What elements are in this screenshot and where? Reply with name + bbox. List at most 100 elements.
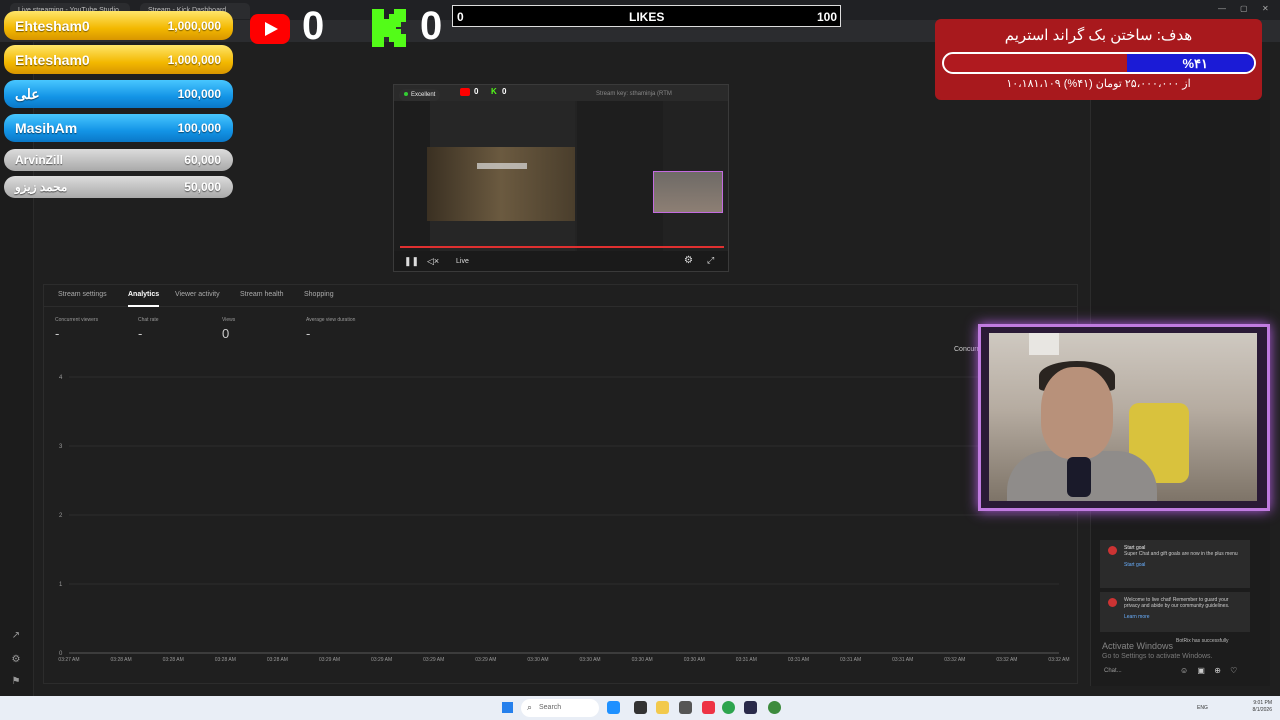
preview-stream-key: Stream key: sthaminja (RTM (596, 91, 672, 97)
x-tick-label: 03:32 AM (996, 657, 1017, 663)
x-tick-label: 03:32 AM (944, 657, 965, 663)
preview-kick-count: 0 (502, 87, 507, 96)
donor-amount: 60,000 (184, 153, 221, 167)
y-tick-label: 4 (59, 375, 63, 381)
x-tick-label: 03:28 AM (111, 657, 132, 663)
chat-card-start-goal: Start goal Super Chat and gift goals are… (1100, 540, 1250, 588)
emoji-icon[interactable]: ☺ (1180, 666, 1188, 675)
player-settings-icon[interactable]: ⚙ (684, 255, 693, 266)
goal-progress-bar: %۴۱ (942, 52, 1256, 74)
likes-current: 0 (457, 10, 464, 24)
likes-max: 100 (816, 10, 837, 24)
feedback-icon[interactable]: ⚑ (10, 676, 22, 688)
donor-name: علی (15, 85, 40, 102)
learn-more-link[interactable]: Learn more (1124, 614, 1244, 620)
preview-webcam (653, 171, 723, 213)
pause-icon[interactable]: ❚❚ (404, 256, 419, 267)
chat-card-body: Super Chat and gift goals are now in the… (1124, 551, 1238, 557)
preview-kick-icon: K (491, 87, 497, 96)
x-tick-label: 03:30 AM (632, 657, 653, 663)
x-tick-label: 03:29 AM (319, 657, 340, 663)
youtube-icon (1108, 598, 1117, 607)
photoshop-icon[interactable] (744, 701, 757, 714)
x-tick-label: 03:30 AM (579, 657, 600, 663)
y-tick-label: 3 (59, 444, 63, 450)
app-icon[interactable] (679, 701, 692, 714)
chat-message-text: BotRix has successfully (1176, 638, 1229, 644)
donor-amount: 1,000,000 (167, 52, 221, 67)
preview-progress-bar[interactable] (400, 246, 724, 248)
x-tick-label: 03:29 AM (371, 657, 392, 663)
preview-youtube-count: 0 (474, 87, 479, 96)
y-tick-label: 2 (59, 513, 63, 519)
donor-name: محمد زیزو (15, 180, 68, 194)
preview-video-thumbnail (427, 147, 575, 221)
leaderboard-row: علی 100,000 (4, 80, 233, 108)
app-icon[interactable] (768, 701, 781, 714)
chat-card-welcome: Welcome to live chat! Remember to guard … (1100, 592, 1250, 632)
donor-name: MasihAm (15, 120, 78, 136)
close-icon[interactable]: ✕ (1262, 4, 1269, 13)
leaderboard-row: Ehtesham0 1,000,000 (4, 11, 233, 40)
donor-amount: 100,000 (177, 121, 221, 135)
leaderboard-row: محمد زیزو 50,000 (4, 176, 233, 198)
concurrent-viewers-chart: 0123403:27 AM 03:28 AM 03:28 AM 03:28 AM 03:… (58, 375, 1069, 663)
preview-youtube-icon (460, 88, 470, 96)
stream-preview[interactable]: Excellent 0 K 0 Stream key: sthaminja (R… (393, 84, 729, 272)
leaderboard-row: ArvinZill 60,000 (4, 149, 233, 171)
kick-logo-icon (372, 9, 406, 47)
app-icon[interactable] (607, 701, 620, 714)
leaderboard-row: Ehtesham0 1,000,000 (4, 45, 233, 74)
stream-quality-badge: Excellent (399, 89, 441, 101)
x-tick-label: 03:29 AM (423, 657, 444, 663)
clock-time: 9:01 PM (1253, 700, 1272, 706)
chat-card-body: Welcome to live chat! Remember to guard … (1124, 597, 1230, 609)
donor-name: Ehtesham0 (15, 17, 90, 34)
analytics-panel: Stream settings Analytics Viewer activit… (43, 284, 1078, 684)
chrome-icon[interactable] (722, 701, 735, 714)
volume-icon[interactable]: ◁× (427, 256, 439, 267)
windows-start-icon[interactable] (502, 702, 513, 713)
maximize-icon[interactable]: ▢ (1240, 4, 1248, 13)
x-tick-label: 03:28 AM (163, 657, 184, 663)
super-chat-icon[interactable]: ▣ (1197, 666, 1205, 675)
preview-controls: ❚❚ ◁× Live ⚙ ⤢ (394, 251, 728, 271)
goal-title: هدف: ساختن بک گراند استریم (1004, 27, 1193, 44)
donor-name: ArvinZill (15, 153, 64, 167)
webcam-frame (978, 324, 1270, 511)
taskbar: Search ENG 9:01 PM 8/1/2026 (0, 696, 1280, 720)
x-tick-label: 03:31 AM (736, 657, 757, 663)
file-explorer-icon[interactable] (656, 701, 669, 714)
taskbar-search[interactable]: Search (521, 699, 599, 717)
system-clock[interactable]: 9:01 PM 8/1/2026 (1253, 700, 1272, 714)
donor-name: Ehtesham0 (15, 51, 90, 68)
fullscreen-icon[interactable]: ⤢ (707, 255, 714, 266)
heart-icon[interactable]: ♡ (1230, 666, 1237, 675)
chat-actions: ☺ ▣ ⊕ ♡ (1180, 666, 1244, 675)
concurrent-label: Concurr (954, 346, 979, 353)
start-goal-link[interactable]: Start goal (1124, 562, 1244, 568)
obs-icon[interactable] (702, 701, 715, 714)
y-tick-label: 1 (59, 582, 63, 588)
screen: Live streaming - YouTube Studio Stream -… (0, 0, 1280, 720)
preview-top-bar (394, 85, 728, 101)
settings-icon[interactable]: ⚙ (10, 654, 22, 666)
external-link-icon[interactable]: ↗ (10, 630, 22, 642)
language-indicator[interactable]: ENG (1197, 705, 1208, 711)
goal-subtitle: ۱۰،۱۸۱،۱۰۹ از ۲۵،۰۰۰،۰۰۰ تومان (۴۱%) (1006, 78, 1191, 90)
x-tick-label: 03:32 AM (1048, 657, 1069, 663)
x-tick-label: 03:31 AM (788, 657, 809, 663)
microphone-icon (1067, 457, 1091, 497)
x-tick-label: 03:30 AM (684, 657, 705, 663)
app-icon[interactable] (634, 701, 647, 714)
minimize-icon[interactable]: — (1218, 4, 1226, 13)
live-label: Live (456, 258, 469, 265)
goal-percent: %۴۱ (1182, 56, 1208, 71)
leaderboard-row: MasihAm 100,000 (4, 114, 233, 142)
chat-input[interactable]: Chat... (1100, 664, 1180, 678)
plus-icon[interactable]: ⊕ (1214, 666, 1221, 675)
youtube-logo-icon (250, 14, 290, 44)
donation-goal-widget: هدف: ساختن بک گراند استریم %۴۱ ۱۰،۱۸۱،۱۰… (935, 19, 1262, 100)
donor-amount: 1,000,000 (167, 18, 221, 33)
x-tick-label: 03:28 AM (215, 657, 236, 663)
